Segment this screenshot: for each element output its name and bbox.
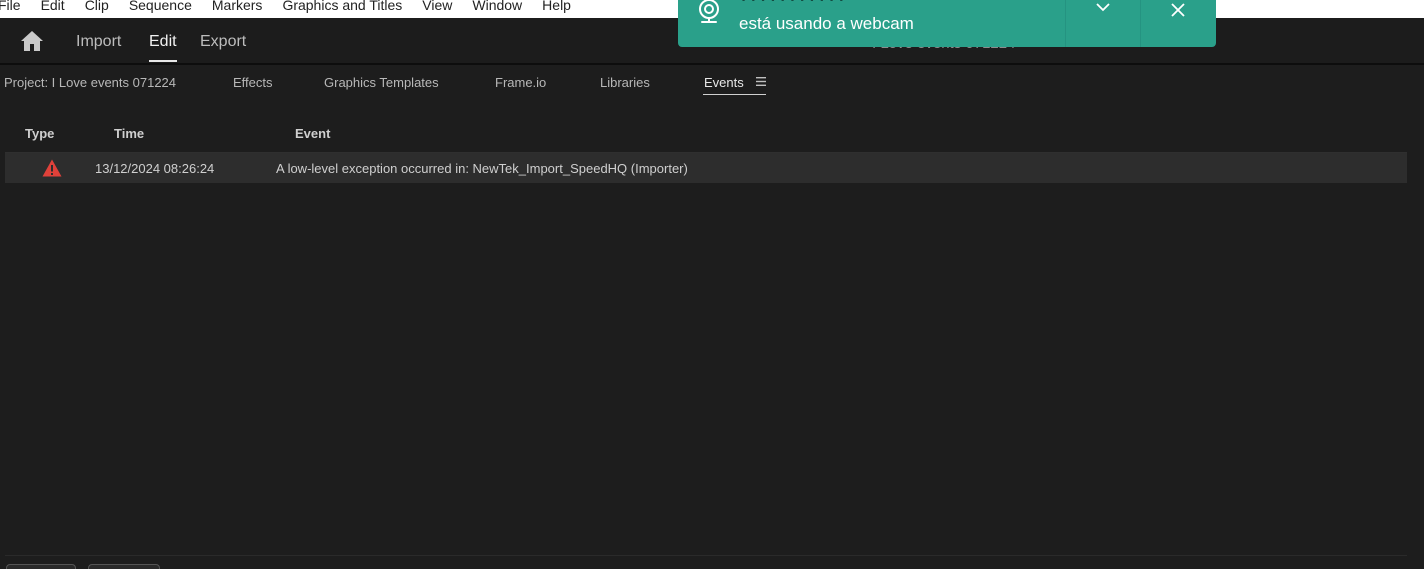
panel-tab-graphics-templates[interactable]: Graphics Templates — [324, 75, 439, 90]
toast-divider-2 — [1140, 0, 1141, 47]
warning-icon — [42, 159, 62, 177]
menu-sequence[interactable]: Sequence — [129, 0, 192, 14]
menu-view[interactable]: View — [422, 0, 452, 14]
active-panel-indicator — [703, 94, 766, 95]
notification-message: está usando a webcam — [739, 14, 914, 33]
chevron-down-icon[interactable] — [1096, 2, 1110, 12]
panel-tab-libraries[interactable]: Libraries — [600, 75, 650, 90]
notification-app-name: ??????????? — [739, 0, 847, 6]
panel-tab-project[interactable]: Project: I Love events 071224 — [4, 75, 176, 90]
menu-file[interactable]: File — [0, 0, 21, 14]
tab-edit[interactable]: Edit — [149, 33, 177, 62]
panel-tab-frameio[interactable]: Frame.io — [495, 75, 546, 90]
menu-window[interactable]: Window — [472, 0, 522, 14]
column-header-time[interactable]: Time — [114, 126, 144, 141]
table-row[interactable]: 13/12/2024 08:26:24 A low-level exceptio… — [5, 153, 1407, 183]
footer-button-right[interactable] — [88, 564, 160, 569]
column-header-event[interactable]: Event — [295, 126, 330, 141]
menu-help[interactable]: Help — [542, 0, 571, 14]
column-header-type[interactable]: Type — [25, 126, 54, 141]
menu-markers[interactable]: Markers — [212, 0, 263, 14]
panel-tab-bar: Project: I Love events 071224 Effects Gr… — [0, 67, 1424, 107]
panel-tab-effects[interactable]: Effects — [233, 75, 273, 90]
footer-button-left[interactable] — [6, 564, 76, 569]
active-tab-indicator — [149, 60, 177, 62]
menu-graphics-and-titles[interactable]: Graphics and Titles — [282, 0, 402, 14]
event-time: 13/12/2024 08:26:24 — [95, 161, 215, 176]
event-message: A low-level exception occurred in: NewTe… — [276, 161, 688, 176]
webcam-icon — [699, 0, 719, 23]
menu-edit[interactable]: Edit — [41, 0, 65, 14]
home-icon[interactable] — [20, 30, 44, 52]
close-icon[interactable] — [1171, 3, 1185, 17]
tab-import[interactable]: Import — [76, 33, 121, 51]
panel-footer-divider — [5, 555, 1407, 556]
panel-tab-events[interactable]: Events — [704, 75, 744, 90]
tab-edit-label: Edit — [149, 33, 177, 50]
webcam-notification[interactable]: ??????????? está usando a webcam — [678, 0, 1216, 47]
menu-clip[interactable]: Clip — [85, 0, 109, 14]
panel-menu-icon[interactable] — [756, 77, 766, 86]
tab-export[interactable]: Export — [200, 33, 246, 51]
toast-divider — [1065, 0, 1066, 47]
